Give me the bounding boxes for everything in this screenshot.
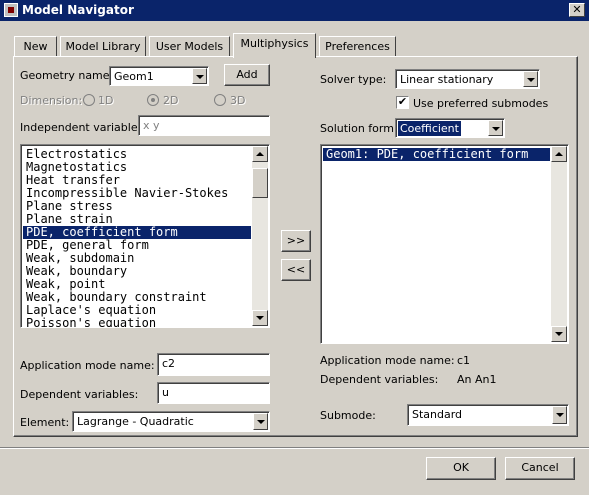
model-tree-list[interactable]: Geom1: PDE, coefficient form bbox=[320, 144, 569, 344]
element-value: Lagrange - Quadratic bbox=[77, 415, 194, 428]
chevron-down-icon[interactable] bbox=[488, 120, 503, 136]
solver-type-value: Linear stationary bbox=[400, 73, 494, 86]
tab-preferences[interactable]: Preferences bbox=[319, 36, 396, 57]
right-app-mode-name-label: Application mode name: bbox=[320, 354, 455, 367]
chevron-down-icon[interactable] bbox=[192, 68, 207, 84]
use-preferred-checkbox[interactable]: ✔ bbox=[396, 96, 409, 109]
radio-3d-label: 3D bbox=[230, 94, 246, 107]
app-icon bbox=[4, 3, 18, 17]
close-button[interactable]: ✕ bbox=[569, 3, 585, 17]
use-preferred-label: Use preferred submodes bbox=[413, 97, 549, 110]
scroll-up-icon[interactable] bbox=[551, 146, 567, 162]
independent-variables-field[interactable]: x y bbox=[138, 115, 270, 136]
geometry-name-label: Geometry name: bbox=[20, 69, 114, 82]
radio-3d[interactable] bbox=[214, 94, 226, 106]
submode-label: Submode: bbox=[320, 409, 376, 422]
vertical-scrollbar[interactable] bbox=[551, 146, 567, 342]
scroll-down-icon[interactable] bbox=[551, 326, 567, 342]
right-app-mode-name-value: c1 bbox=[457, 354, 471, 367]
chevron-down-icon[interactable] bbox=[552, 406, 567, 424]
list-item[interactable]: Poisson's equation bbox=[23, 317, 251, 328]
tab-model-library[interactable]: Model Library bbox=[60, 36, 146, 57]
footer-divider bbox=[0, 447, 589, 449]
scroll-thumb[interactable] bbox=[252, 168, 268, 198]
solution-form-combo[interactable]: Coefficient bbox=[395, 118, 505, 138]
list-item-selected[interactable]: Geom1: PDE, coefficient form bbox=[323, 148, 550, 161]
remove-mode-button[interactable]: << bbox=[281, 259, 311, 281]
independent-variables-value: x y bbox=[143, 119, 160, 132]
element-label: Element: bbox=[20, 416, 70, 429]
app-mode-name-value: c2 bbox=[162, 357, 176, 370]
window-title: Model Navigator bbox=[22, 3, 134, 17]
independent-variables-label: Independent variables: bbox=[20, 121, 148, 134]
submode-value: Standard bbox=[412, 408, 463, 421]
solution-form-value: Coefficient bbox=[398, 121, 461, 136]
radio-1d-label: 1D bbox=[98, 94, 114, 107]
dimension-label: Dimension: bbox=[20, 94, 83, 107]
ok-button[interactable]: OK bbox=[426, 457, 496, 480]
scroll-up-icon[interactable] bbox=[252, 146, 268, 162]
right-dependent-variables-value: An An1 bbox=[457, 373, 497, 386]
radio-2d[interactable] bbox=[147, 94, 159, 106]
tab-user-models[interactable]: User Models bbox=[149, 36, 230, 57]
solution-form-label: Solution form: bbox=[320, 122, 398, 135]
add-geometry-button[interactable]: Add bbox=[224, 64, 270, 86]
dependent-variables-value: u bbox=[162, 386, 169, 399]
dependent-variables-field[interactable]: u bbox=[157, 382, 270, 404]
chevron-down-icon[interactable] bbox=[253, 413, 268, 430]
geometry-name-combo[interactable]: Geom1 bbox=[109, 66, 209, 86]
solver-type-label: Solver type: bbox=[320, 73, 387, 86]
geometry-name-value: Geom1 bbox=[114, 70, 154, 83]
tab-new[interactable]: New bbox=[14, 36, 57, 57]
chevron-down-icon[interactable] bbox=[523, 71, 538, 87]
submode-combo[interactable]: Standard bbox=[407, 404, 569, 426]
title-bar: Model Navigator ✕ bbox=[0, 0, 589, 21]
add-mode-button[interactable]: >> bbox=[281, 230, 311, 252]
app-mode-name-label: Application mode name: bbox=[20, 359, 155, 372]
tab-multiphysics[interactable]: Multiphysics bbox=[233, 33, 316, 58]
radio-2d-label: 2D bbox=[163, 94, 179, 107]
scroll-down-icon[interactable] bbox=[252, 310, 268, 326]
cancel-button[interactable]: Cancel bbox=[505, 457, 575, 480]
app-mode-name-field[interactable]: c2 bbox=[157, 353, 270, 376]
radio-1d[interactable] bbox=[83, 94, 95, 106]
vertical-scrollbar[interactable] bbox=[252, 146, 268, 326]
dependent-variables-label: Dependent variables: bbox=[20, 388, 139, 401]
solver-type-combo[interactable]: Linear stationary bbox=[395, 69, 540, 89]
application-modes-list[interactable]: Electrostatics Magnetostatics Heat trans… bbox=[20, 144, 270, 328]
element-combo[interactable]: Lagrange - Quadratic bbox=[72, 411, 270, 432]
right-dependent-variables-label: Dependent variables: bbox=[320, 373, 439, 386]
